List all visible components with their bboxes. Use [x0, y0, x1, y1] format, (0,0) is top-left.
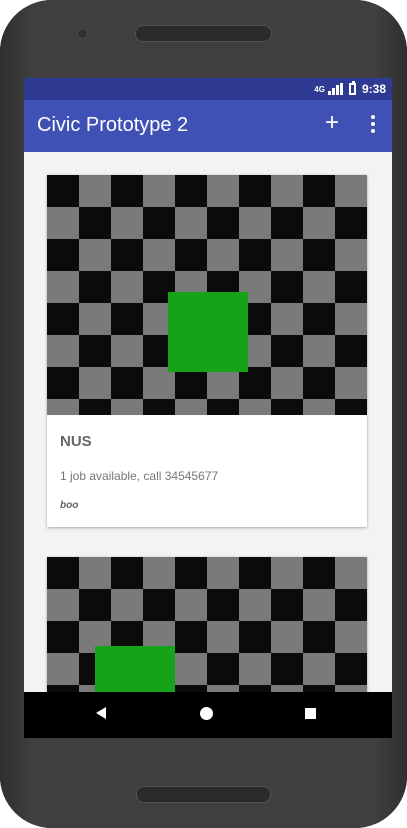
top-speaker: [135, 25, 272, 42]
recents-icon[interactable]: [305, 708, 316, 719]
app-title: Civic Prototype 2: [37, 114, 189, 136]
card-body: NUS 1 job available, call 34545677 boo: [47, 415, 367, 527]
image-green-square: [168, 292, 248, 372]
battery-icon: [348, 81, 356, 95]
signal-icon: [327, 83, 343, 95]
card-title: NUS: [60, 433, 92, 450]
home-icon[interactable]: [200, 707, 213, 720]
network-type: 4G: [314, 84, 325, 94]
app-bar: Civic Prototype 2 +: [24, 100, 392, 152]
listing-card[interactable]: [47, 557, 367, 692]
bottom-speaker: [136, 786, 271, 803]
front-camera: [77, 28, 88, 39]
more-vert-icon[interactable]: [364, 113, 382, 137]
back-icon[interactable]: [96, 707, 106, 719]
card-image: [47, 557, 367, 692]
status-icons: 4G 9:38: [314, 81, 386, 96]
listing-card[interactable]: NUS 1 job available, call 34545677 boo: [47, 175, 367, 527]
card-list[interactable]: NUS 1 job available, call 34545677 boo: [24, 152, 392, 692]
card-image: [47, 175, 367, 415]
card-description: 1 job available, call 34545677: [60, 469, 219, 483]
phone-frame: 4G 9:38 Civic Prototype 2 + NUS 1 job av…: [0, 0, 407, 828]
screen: 4G 9:38 Civic Prototype 2 + NUS 1 job av…: [24, 78, 392, 738]
add-icon[interactable]: +: [321, 111, 343, 135]
status-bar: 4G 9:38: [24, 78, 392, 100]
status-time: 9:38: [361, 82, 386, 96]
card-meta: boo: [60, 500, 79, 511]
image-green-square: [95, 646, 175, 692]
navigation-bar: [24, 692, 392, 738]
